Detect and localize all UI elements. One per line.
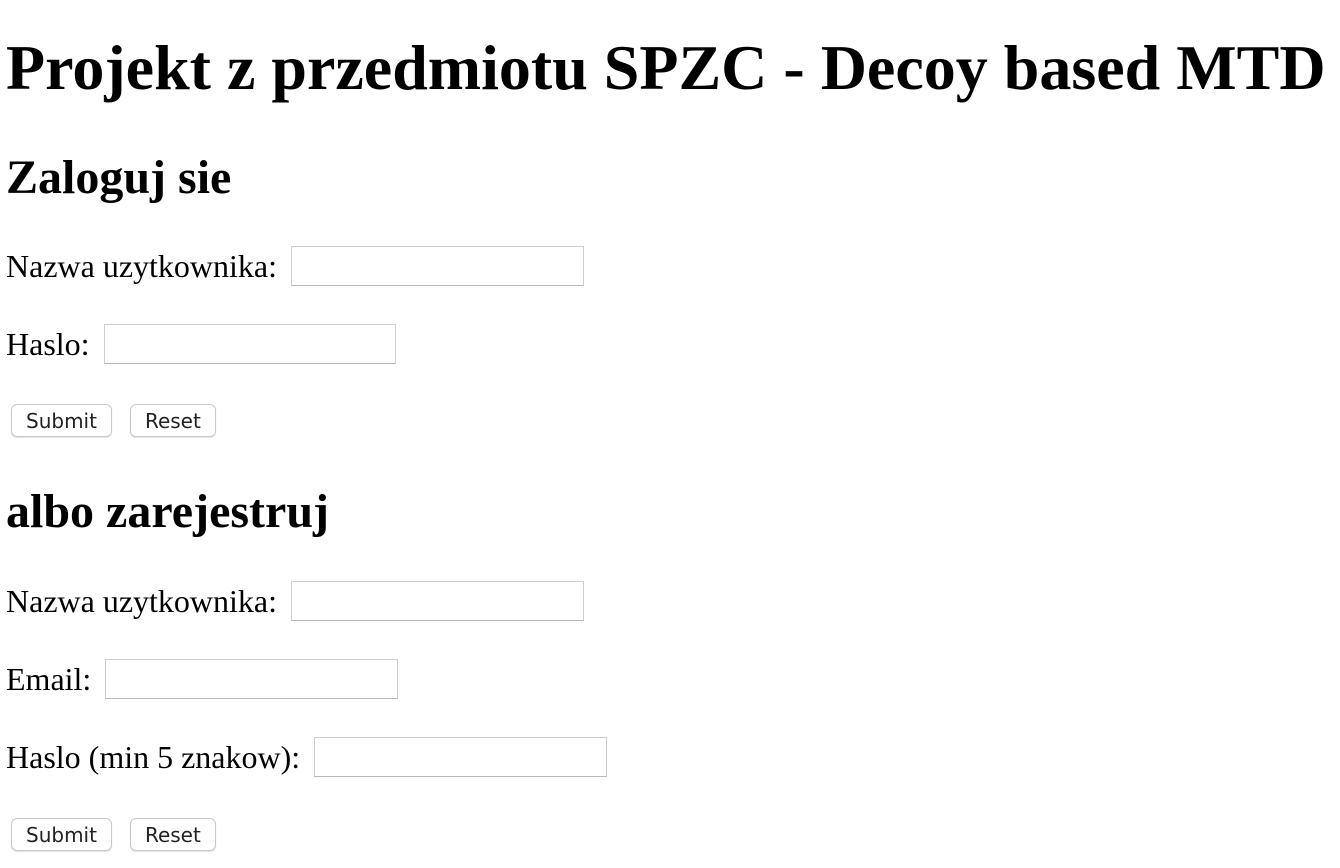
register-email-row: Email:: [6, 659, 399, 699]
register-email-label: Email:: [6, 660, 92, 697]
login-password-input[interactable]: [103, 324, 396, 364]
register-password-label: Haslo (min 5 znakow):: [6, 738, 301, 775]
register-username-row: Nazwa uzytkownika:: [6, 581, 585, 621]
login-heading: Zaloguj sie: [6, 151, 232, 204]
register-username-input[interactable]: [291, 581, 585, 621]
register-username-label: Nazwa uzytkownika:: [6, 582, 278, 619]
login-username-row: Nazwa uzytkownika:: [6, 246, 585, 286]
register-password-row: Haslo (min 5 znakow):: [6, 737, 608, 777]
login-buttons: Submit Reset: [11, 404, 234, 437]
register-buttons: Submit Reset: [11, 818, 234, 851]
register-password-input[interactable]: [314, 737, 608, 777]
login-password-label: Haslo:: [6, 325, 90, 362]
register-heading: albo zarejestruj: [6, 485, 330, 538]
login-reset-button[interactable]: Reset: [129, 404, 216, 437]
login-username-input[interactable]: [291, 246, 585, 286]
login-username-label: Nazwa uzytkownika:: [6, 247, 278, 284]
login-password-row: Haslo:: [6, 324, 396, 364]
page-title: Projekt z przedmiotu SPZC - Decoy based …: [6, 32, 1326, 103]
login-submit-button[interactable]: Submit: [11, 404, 112, 437]
register-reset-button[interactable]: Reset: [129, 818, 216, 851]
register-email-input[interactable]: [105, 659, 399, 699]
register-submit-button[interactable]: Submit: [11, 818, 112, 851]
